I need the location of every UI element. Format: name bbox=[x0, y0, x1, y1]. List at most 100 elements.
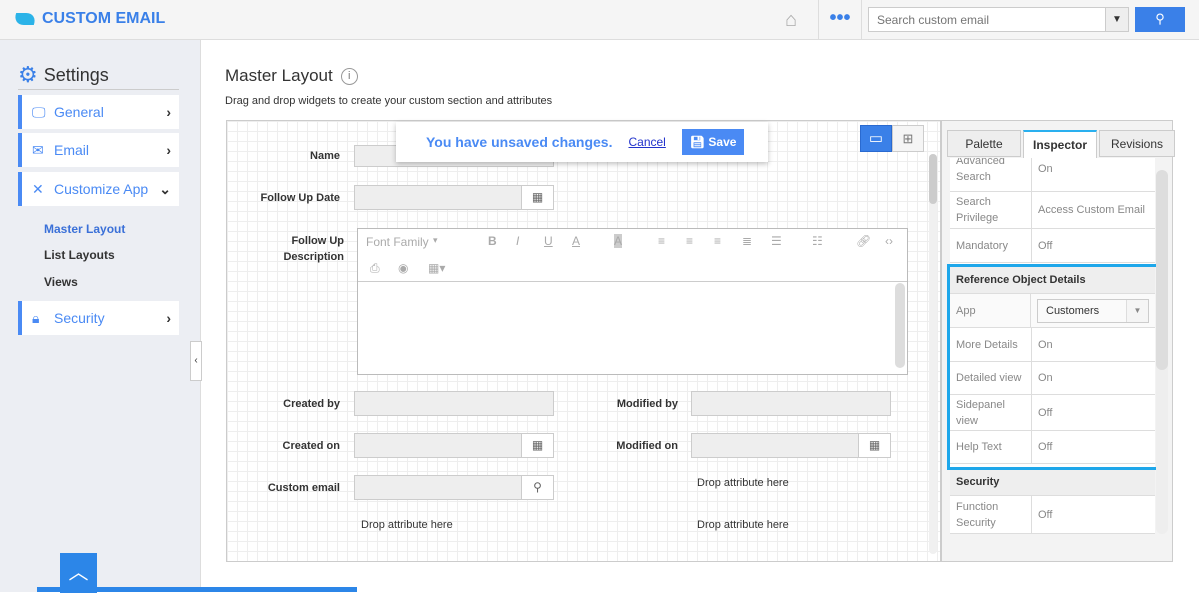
save-label: Save bbox=[708, 135, 737, 149]
calendar-icon[interactable]: ▦ bbox=[521, 433, 554, 458]
subitem-views[interactable]: Views bbox=[44, 275, 78, 289]
created-on-label: Created on bbox=[282, 440, 340, 452]
editor-body[interactable] bbox=[358, 281, 907, 375]
search-input[interactable] bbox=[868, 7, 1106, 32]
bottom-bar bbox=[37, 587, 357, 592]
follow-up-date-field[interactable] bbox=[354, 185, 522, 210]
follow-up-description-label: Follow Up Description bbox=[283, 235, 344, 263]
drop-zone[interactable]: Drop attribute here bbox=[697, 477, 789, 489]
table-icon[interactable]: ▦▾ bbox=[428, 261, 445, 275]
divider bbox=[18, 89, 179, 90]
selection-highlight bbox=[947, 264, 1161, 470]
page-title-text: Master Layout bbox=[225, 66, 333, 85]
monitor-icon: 🖵 bbox=[32, 103, 46, 120]
sidebar-item-label: Security bbox=[54, 310, 105, 326]
align-center-icon[interactable]: ≡ bbox=[686, 234, 693, 248]
justify-icon[interactable]: ≣ bbox=[742, 234, 752, 248]
code-icon[interactable]: ‹› bbox=[885, 234, 893, 248]
italic-icon[interactable]: I bbox=[516, 234, 519, 248]
row-key: Advanced Search bbox=[950, 158, 1032, 191]
chevron-right-icon: › bbox=[166, 104, 171, 120]
calendar-icon[interactable]: ▦ bbox=[521, 185, 554, 210]
tab-inspector[interactable]: Inspector bbox=[1023, 130, 1097, 159]
name-label: Name bbox=[310, 150, 340, 162]
inspector-row[interactable]: Search Privilege Access Custom Email bbox=[950, 192, 1155, 229]
gear-icon: ⚙ bbox=[18, 62, 38, 87]
font-color-icon[interactable]: A bbox=[572, 234, 580, 248]
modified-on-field[interactable] bbox=[691, 433, 859, 458]
row-value: Off bbox=[1038, 508, 1053, 521]
modified-by-label: Modified by bbox=[616, 398, 678, 410]
collapse-sidebar-button[interactable]: ‹ bbox=[190, 341, 202, 381]
tablet-icon: ▭ bbox=[868, 130, 884, 147]
rich-text-editor[interactable]: Font Family ▾ B I U A A ≡ ≡ ≡ ≣ ☰ ☷ 🔗︎ ‹… bbox=[357, 228, 908, 375]
align-left-icon[interactable]: ≡ bbox=[658, 234, 665, 248]
cancel-link[interactable]: Cancel bbox=[628, 135, 665, 149]
inspector-row[interactable]: Advanced Search On bbox=[950, 158, 1155, 192]
editor-scrollbar[interactable] bbox=[895, 283, 905, 368]
sidebar-item-security[interactable]: 🔒︎ Security › bbox=[18, 301, 179, 335]
created-by-label: Created by bbox=[283, 398, 340, 410]
numbered-list-icon[interactable]: ☷ bbox=[812, 234, 823, 248]
link-icon[interactable]: 🔗︎ bbox=[856, 234, 871, 248]
font-family-select[interactable]: Font Family bbox=[366, 235, 429, 249]
chevron-right-icon: › bbox=[166, 310, 171, 326]
search-icon: ⚲ bbox=[1155, 11, 1165, 26]
subitem-master-layout[interactable]: Master Layout bbox=[44, 222, 125, 236]
inspector-scrollbar[interactable] bbox=[1156, 170, 1168, 534]
tab-revisions[interactable]: Revisions bbox=[1099, 130, 1175, 157]
tools-icon: ✕ bbox=[32, 180, 44, 197]
app-title: CUSTOM EMAIL bbox=[42, 10, 166, 27]
sidebar-item-general[interactable]: 🖵 General › bbox=[18, 95, 179, 129]
search-icon[interactable]: ⚲ bbox=[521, 475, 554, 500]
sidebar-item-customize-app[interactable]: ✕ Customize App ⌄ bbox=[18, 172, 179, 206]
info-icon[interactable]: i bbox=[340, 67, 358, 85]
bullet-list-icon[interactable]: ☰ bbox=[771, 234, 782, 248]
preview-icon[interactable]: ◉ bbox=[398, 261, 408, 275]
subitem-list-layouts[interactable]: List Layouts bbox=[44, 248, 115, 262]
chevron-down-icon: ⌄ bbox=[159, 180, 171, 197]
settings-heading: ⚙ Settings bbox=[18, 62, 109, 88]
tab-palette[interactable]: Palette bbox=[947, 130, 1021, 157]
chevron-down-icon: ▾ bbox=[433, 235, 438, 245]
created-on-field[interactable] bbox=[354, 433, 522, 458]
sidebar-item-label: Email bbox=[54, 142, 90, 158]
calendar-icon[interactable]: ▦ bbox=[858, 433, 891, 458]
home-icon[interactable]: ⌂ bbox=[785, 9, 797, 32]
inspector-row[interactable]: Mandatory Off bbox=[950, 229, 1155, 263]
search-button[interactable]: ⚲ bbox=[1135, 7, 1185, 32]
highlight-icon[interactable]: A bbox=[614, 234, 623, 248]
app-logo[interactable]: CUSTOM EMAIL bbox=[11, 10, 166, 28]
logo-icon bbox=[11, 13, 39, 25]
align-right-icon[interactable]: ≡ bbox=[714, 234, 721, 248]
drop-zone[interactable]: Drop attribute here bbox=[361, 519, 453, 531]
more-icon[interactable]: ••• bbox=[818, 0, 862, 40]
bold-icon[interactable]: B bbox=[488, 234, 497, 248]
security-section-header: Security bbox=[950, 468, 1155, 496]
sidebar-item-email[interactable]: ✉ Email › bbox=[18, 133, 179, 167]
search-dropdown-button[interactable]: ▼ bbox=[1105, 7, 1129, 32]
chevron-up-icon: ︿ bbox=[68, 562, 89, 584]
print-icon[interactable]: ⎙ bbox=[370, 261, 380, 276]
row-key: Function Security bbox=[950, 496, 1032, 533]
canvas-scrollbar[interactable] bbox=[929, 154, 937, 554]
custom-email-field[interactable] bbox=[354, 475, 522, 500]
unsaved-changes-bar: You have unsaved changes. Cancel 💾︎ Save bbox=[396, 122, 768, 162]
tablet-view-button[interactable]: ▭ bbox=[860, 125, 892, 152]
row-value: Access Custom Email bbox=[1038, 204, 1145, 216]
sidebar-item-label: Customize App bbox=[54, 181, 149, 197]
modified-by-field[interactable] bbox=[691, 391, 891, 416]
modified-on-label: Modified on bbox=[616, 440, 678, 452]
row-key: Search Privilege bbox=[950, 192, 1032, 228]
drop-zone[interactable]: Drop attribute here bbox=[697, 519, 789, 531]
sidebar-item-label: General bbox=[54, 104, 104, 120]
hierarchy-view-button[interactable]: ⊞ bbox=[892, 125, 924, 152]
lock-icon: 🔒︎ bbox=[32, 309, 40, 326]
inspector-row[interactable]: Function Security Off bbox=[950, 496, 1155, 534]
save-icon: 💾︎ bbox=[689, 135, 709, 149]
created-by-field[interactable] bbox=[354, 391, 554, 416]
save-button[interactable]: 💾︎ Save bbox=[681, 129, 745, 155]
envelope-icon: ✉ bbox=[32, 141, 44, 158]
chevron-right-icon: › bbox=[166, 142, 171, 158]
underline-icon[interactable]: U bbox=[544, 234, 553, 248]
